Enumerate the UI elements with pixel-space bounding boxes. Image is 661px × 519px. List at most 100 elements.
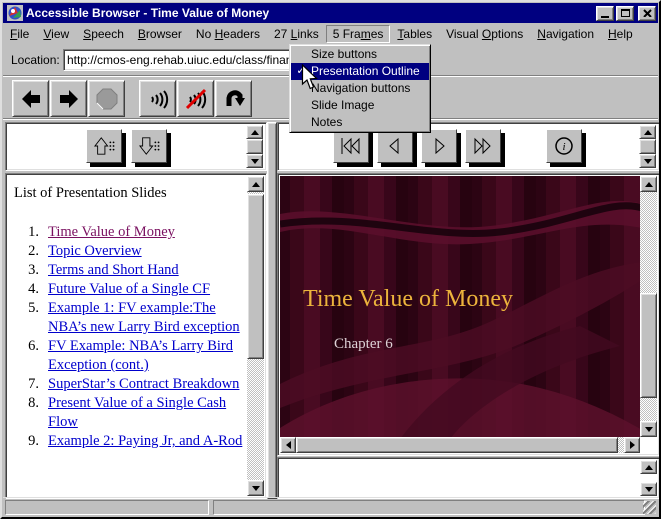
slide-link-9[interactable]: Example 2: Paying Jr, and A-Rod xyxy=(48,432,246,451)
scrollbar-track[interactable] xyxy=(296,437,624,453)
scroll-down-icon[interactable] xyxy=(639,154,656,168)
location-label: Location: xyxy=(11,53,60,67)
first-slide-button[interactable] xyxy=(333,129,369,163)
outline-heading: List of Presentation Slides xyxy=(14,185,247,202)
maximize-icon xyxy=(621,9,630,17)
menu-item-navigation-buttons[interactable]: Navigation buttons xyxy=(291,80,429,97)
outline-scrollbar[interactable] xyxy=(247,176,264,496)
slide-link-8[interactable]: Present Value of a Single Cash Flow xyxy=(48,394,247,432)
scroll-left-icon[interactable] xyxy=(280,437,296,453)
next-slide-button[interactable] xyxy=(421,129,457,163)
slide-link-7[interactable]: SuperStar’s Contract Breakdown xyxy=(48,375,243,394)
slide-image-frame: Time Value of Money Chapter 6 xyxy=(277,173,660,456)
speech-muted-icon xyxy=(184,87,208,111)
slide-link-6[interactable]: FV Example: NBA’s Larry Bird Exception (… xyxy=(48,337,247,375)
scrollbar-thumb[interactable] xyxy=(246,139,263,154)
notes-scrollbar[interactable] xyxy=(640,460,657,496)
mute-speech-button[interactable] xyxy=(177,80,214,117)
slide-horizontal-scrollbar[interactable] xyxy=(280,437,640,453)
menu-help[interactable]: Help xyxy=(601,25,640,43)
scrollbar-track[interactable] xyxy=(640,192,657,421)
menu-5-frames[interactable]: 5 Frames xyxy=(326,25,391,43)
slide-subtitle: Chapter 6 xyxy=(334,336,393,353)
menu-visual-options[interactable]: Visual Options xyxy=(439,25,530,43)
maximize-button[interactable] xyxy=(616,6,634,21)
app-icon xyxy=(7,5,23,21)
scrollbar-thumb[interactable] xyxy=(639,139,656,154)
scroll-up-icon[interactable] xyxy=(640,176,657,192)
presentation-outline-frame: List of Presentation Slides 1.Time Value… xyxy=(5,173,267,499)
notes-frame xyxy=(277,457,660,499)
scroll-down-icon[interactable] xyxy=(640,421,657,437)
outline-header-scrollbar[interactable] xyxy=(246,125,263,168)
scroll-down-icon[interactable] xyxy=(247,480,264,496)
list-item: 7.SuperStar’s Contract Breakdown xyxy=(8,375,247,394)
slide-link-1[interactable]: Time Value of Money xyxy=(48,223,179,242)
menu-item-size-buttons[interactable]: Size buttons xyxy=(291,46,429,63)
menu-speech[interactable]: Speech xyxy=(76,25,131,43)
slide-title: Time Value of Money xyxy=(303,286,513,313)
slide-link-2[interactable]: Topic Overview xyxy=(48,242,146,261)
outline-content: List of Presentation Slides 1.Time Value… xyxy=(8,176,247,496)
title-bar[interactable]: Accessible Browser - Time Value of Money xyxy=(3,3,658,23)
menu-file[interactable]: File xyxy=(3,25,36,43)
first-slide-icon xyxy=(339,137,363,155)
scroll-up-icon[interactable] xyxy=(247,176,264,192)
menu-tables[interactable]: Tables xyxy=(390,25,439,43)
speak-button[interactable] xyxy=(139,80,176,117)
last-slide-button[interactable] xyxy=(465,129,501,163)
scroll-down-icon[interactable] xyxy=(246,154,263,168)
menu-browser[interactable]: Browser xyxy=(131,25,189,43)
navigation-header-scrollbar[interactable] xyxy=(639,125,656,168)
scrollbar-thumb[interactable] xyxy=(247,194,264,359)
close-button[interactable] xyxy=(638,6,656,21)
menu-item-notes[interactable]: Notes xyxy=(291,114,429,131)
scroll-up-icon[interactable] xyxy=(640,460,657,474)
next-slide-outline-button[interactable] xyxy=(131,129,167,163)
resize-grip-icon[interactable] xyxy=(643,501,656,514)
minimize-button[interactable] xyxy=(596,6,614,21)
list-item: 5.Example 1: FV example:The NBA’s new La… xyxy=(8,299,247,337)
info-icon: i xyxy=(553,135,575,157)
menu-view[interactable]: View xyxy=(36,25,76,43)
scroll-down-icon[interactable] xyxy=(640,482,657,496)
scrollbar-track[interactable] xyxy=(247,192,264,480)
slide-list: 1.Time Value of Money 2.Topic Overview 3… xyxy=(8,223,247,451)
stop-button[interactable] xyxy=(88,80,125,117)
forward-arrow-icon xyxy=(57,87,81,111)
reload-icon xyxy=(222,87,246,111)
back-button[interactable] xyxy=(12,80,49,117)
previous-slide-outline-button[interactable] xyxy=(86,129,122,163)
last-slide-icon xyxy=(471,137,495,155)
scrollbar-thumb[interactable] xyxy=(296,437,618,453)
forward-button[interactable] xyxy=(50,80,87,117)
previous-slide-button[interactable] xyxy=(377,129,413,163)
status-cell-main xyxy=(213,500,645,515)
list-item: 1.Time Value of Money xyxy=(8,223,247,242)
list-item: 9.Example 2: Paying Jr, and A-Rod xyxy=(8,432,247,451)
menu-no-headers[interactable]: No Headers xyxy=(189,25,267,43)
list-item: 8.Present Value of a Single Cash Flow xyxy=(8,394,247,432)
minimize-icon xyxy=(601,16,609,18)
scrollbar-thumb[interactable] xyxy=(640,293,657,398)
svg-text:i: i xyxy=(562,141,565,153)
slide-link-4[interactable]: Future Value of a Single CF xyxy=(48,280,214,299)
slide-link-5[interactable]: Example 1: FV example:The NBA’s new Larr… xyxy=(48,299,247,337)
frames-dropdown-menu: Size buttons ✓Presentation Outline Navig… xyxy=(289,44,431,133)
menu-item-presentation-outline[interactable]: ✓Presentation Outline xyxy=(291,63,429,80)
checkmark-icon: ✓ xyxy=(291,63,311,80)
reload-button[interactable] xyxy=(215,80,252,117)
slide-up-outline-icon xyxy=(92,136,116,156)
menu-item-slide-image[interactable]: Slide Image xyxy=(291,97,429,114)
info-button[interactable]: i xyxy=(546,129,582,163)
close-icon xyxy=(643,9,652,17)
scroll-right-icon[interactable] xyxy=(624,437,640,453)
list-item: 4.Future Value of a Single CF xyxy=(8,280,247,299)
scroll-up-icon[interactable] xyxy=(639,125,656,139)
frame-splitter[interactable] xyxy=(267,122,277,499)
slide-link-3[interactable]: Terms and Short Hand xyxy=(48,261,183,280)
menu-navigation[interactable]: Navigation xyxy=(530,25,601,43)
scroll-up-icon[interactable] xyxy=(246,125,263,139)
menu-27-links[interactable]: 27 Links xyxy=(267,25,326,43)
slide-vertical-scrollbar[interactable] xyxy=(640,176,657,437)
